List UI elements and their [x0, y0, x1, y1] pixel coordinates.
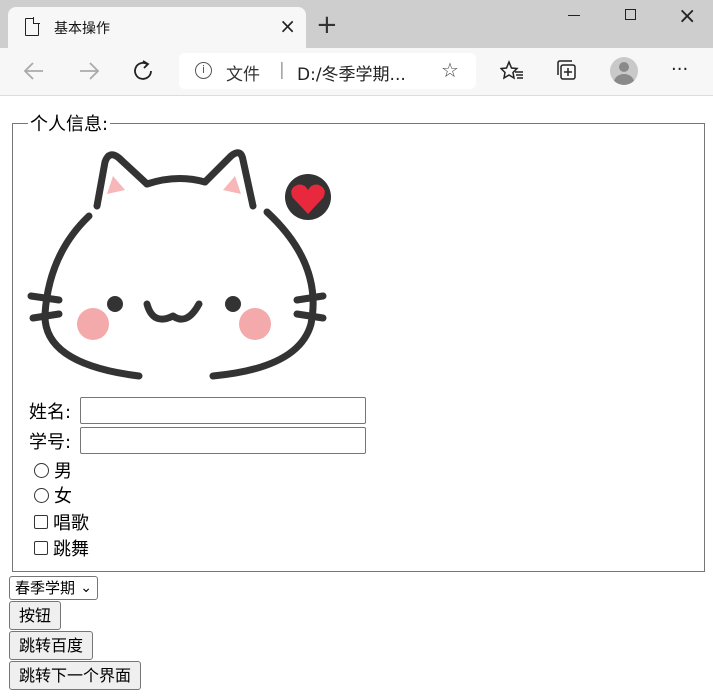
student-id-label: 学号:	[29, 432, 72, 453]
forward-icon[interactable]	[78, 61, 100, 81]
tab-close-icon[interactable]: ×	[279, 14, 296, 38]
favorite-star-icon[interactable]: ☆	[441, 58, 459, 82]
address-separator: |	[279, 60, 285, 80]
collections-icon[interactable]	[556, 60, 580, 82]
maximize-icon[interactable]	[625, 9, 636, 20]
browser-tab[interactable]: 基本操作 ×	[8, 7, 306, 48]
radio-female[interactable]	[34, 487, 49, 503]
goto-baidu-button[interactable]: 跳转百度	[9, 631, 94, 660]
checkbox-sing[interactable]	[34, 515, 48, 529]
cat-image	[27, 149, 331, 380]
gender-option-female[interactable]: 女	[34, 482, 72, 508]
minimize-icon[interactable]	[568, 15, 580, 16]
checkbox-dance-label: 跳舞	[53, 539, 89, 560]
heart-icon	[285, 174, 331, 220]
refresh-icon[interactable]	[133, 60, 155, 82]
address-protocol-label: 文件	[226, 65, 260, 85]
radio-male[interactable]	[34, 462, 49, 478]
window-close-icon[interactable]: ×	[678, 4, 696, 29]
document-icon	[25, 17, 40, 36]
radio-female-label: 女	[54, 486, 72, 507]
name-label: 姓名:	[29, 402, 72, 423]
hobby-option-dance[interactable]: 跳舞	[34, 535, 89, 561]
student-id-input[interactable]	[80, 427, 366, 454]
generic-button[interactable]: 按钮	[9, 601, 62, 630]
new-tab-icon[interactable]: +	[316, 12, 338, 38]
semester-select[interactable]: 春季学期 ⌄	[9, 576, 99, 600]
hobby-option-sing[interactable]: 唱歌	[34, 509, 89, 535]
gender-option-male[interactable]: 男	[34, 457, 72, 483]
address-url[interactable]: D:/冬季学期...	[297, 60, 406, 85]
student-id-row: 学号:	[29, 427, 366, 454]
profile-avatar[interactable]	[610, 57, 638, 85]
address-bar[interactable]: i 文件 | D:/冬季学期... ☆	[179, 53, 476, 89]
browser-toolbar: i 文件 | D:/冬季学期... ☆ ···	[0, 48, 713, 96]
name-row: 姓名:	[29, 397, 366, 424]
info-icon[interactable]: i	[195, 62, 212, 79]
tab-title: 基本操作	[54, 21, 110, 37]
favorites-icon[interactable]	[500, 60, 524, 82]
semester-select-value: 春季学期	[15, 579, 76, 597]
name-input[interactable]	[80, 397, 366, 424]
back-icon[interactable]	[23, 61, 45, 81]
more-menu-icon[interactable]: ···	[671, 59, 688, 81]
chevron-down-icon: ⌄	[80, 580, 93, 596]
title-bar: 基本操作 × + ×	[0, 0, 713, 48]
checkbox-sing-label: 唱歌	[53, 513, 89, 534]
fieldset-legend: 个人信息:	[30, 114, 109, 135]
radio-male-label: 男	[54, 461, 72, 482]
checkbox-dance[interactable]	[34, 541, 48, 555]
goto-next-page-button[interactable]: 跳转下一个界面	[9, 661, 142, 690]
